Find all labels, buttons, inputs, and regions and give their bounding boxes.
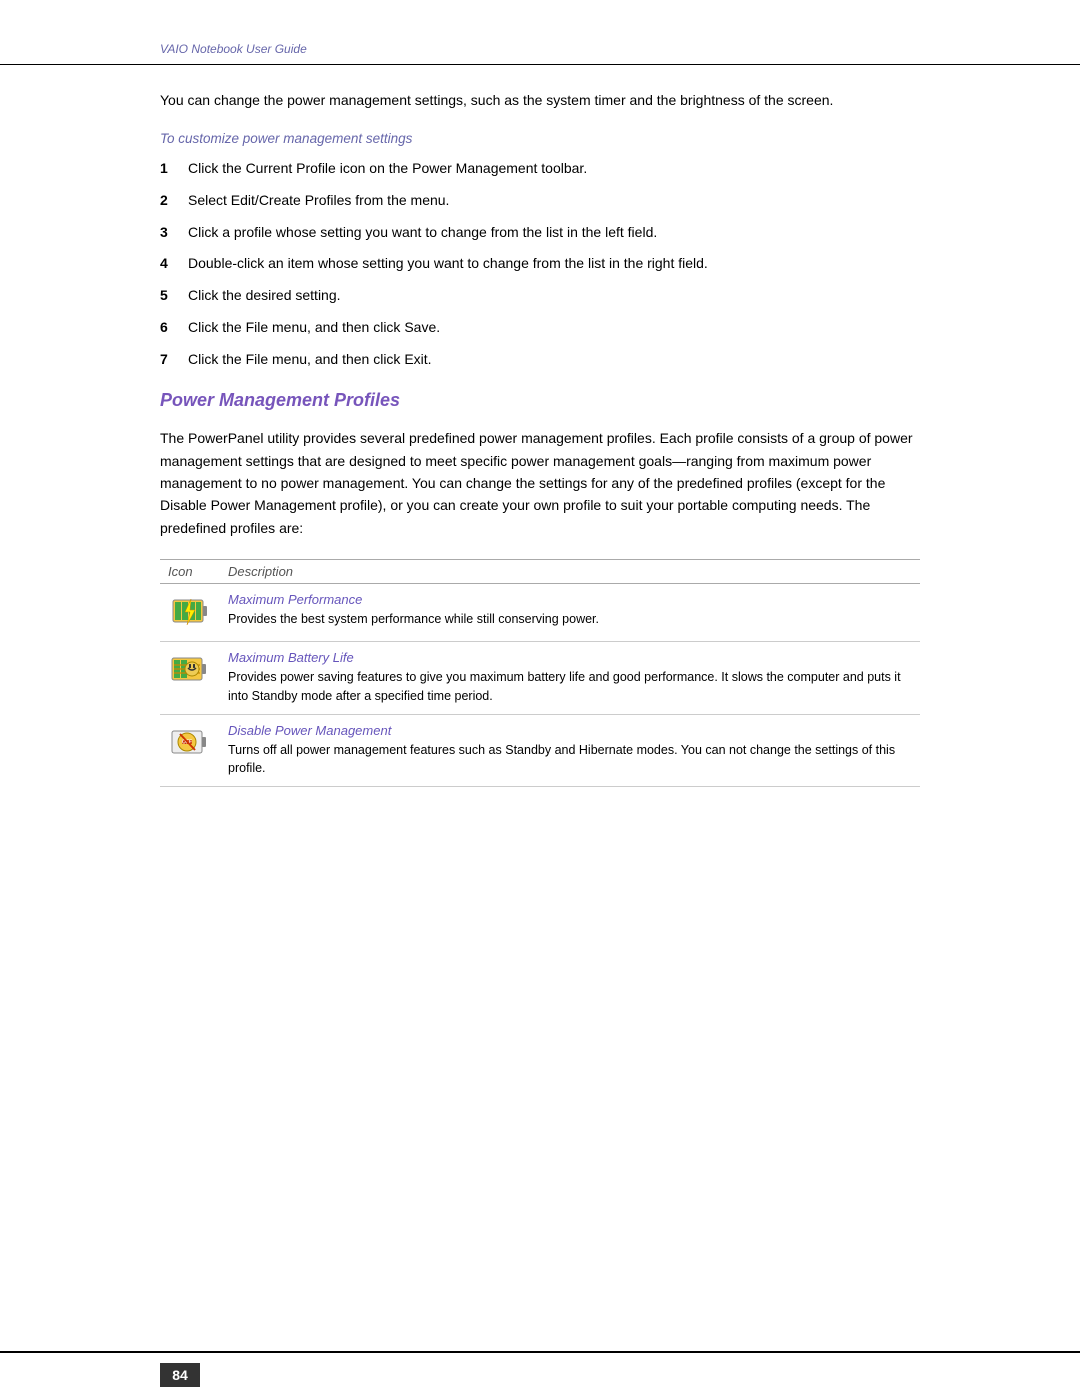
table-row: Maximum Performance Provides the best sy… xyxy=(160,584,920,642)
step-number: 6 xyxy=(160,317,188,339)
step-text: Click the desired setting. xyxy=(188,285,920,307)
list-item: 7 Click the File menu, and then click Ex… xyxy=(160,349,920,371)
page-header: VAIO Notebook User Guide xyxy=(0,0,1080,65)
profiles-table: Icon Description xyxy=(160,559,920,787)
step-number: 1 xyxy=(160,158,188,180)
section-title: Power Management Profiles xyxy=(160,390,920,411)
profile-description: Turns off all power management features … xyxy=(228,743,895,776)
body-paragraph: The PowerPanel utility provides several … xyxy=(160,427,920,539)
page-footer: 84 xyxy=(0,1351,1080,1397)
maximum-battery-life-icon xyxy=(170,650,210,690)
table-header-row: Icon Description xyxy=(160,560,920,584)
step-text: Click the Current Profile icon on the Po… xyxy=(188,158,920,180)
icon-cell xyxy=(160,642,220,715)
profile-description: Provides the best system performance whi… xyxy=(228,612,599,626)
list-item: 4 Double-click an item whose setting you… xyxy=(160,253,920,275)
step-text: Select Edit/Create Profiles from the men… xyxy=(188,190,920,212)
profile-description: Provides power saving features to give y… xyxy=(228,670,901,703)
disable-pm-svg: OFF xyxy=(170,724,210,762)
list-item: 1 Click the Current Profile icon on the … xyxy=(160,158,920,180)
col-header-desc: Description xyxy=(220,560,920,584)
step-number: 3 xyxy=(160,222,188,244)
step-text: Double-click an item whose setting you w… xyxy=(188,253,920,275)
max-battery-svg xyxy=(170,651,210,689)
profile-name: Disable Power Management xyxy=(228,723,912,738)
table-row: Maximum Battery Life Provides power savi… xyxy=(160,642,920,715)
maximum-performance-icon xyxy=(170,592,210,632)
profile-name: Maximum Performance xyxy=(228,592,912,607)
profile-desc-cell: Maximum Battery Life Provides power savi… xyxy=(220,642,920,715)
list-item: 2 Select Edit/Create Profiles from the m… xyxy=(160,190,920,212)
steps-list: 1 Click the Current Profile icon on the … xyxy=(160,158,920,370)
breadcrumb: VAIO Notebook User Guide xyxy=(160,42,307,56)
icon-cell: OFF xyxy=(160,714,220,787)
intro-paragraph: You can change the power management sett… xyxy=(160,89,920,111)
step-number: 7 xyxy=(160,349,188,371)
step-number: 4 xyxy=(160,253,188,275)
content-area: You can change the power management sett… xyxy=(0,65,1080,1351)
col-header-icon: Icon xyxy=(160,560,220,584)
step-number: 2 xyxy=(160,190,188,212)
page-number: 84 xyxy=(160,1363,200,1387)
step-number: 5 xyxy=(160,285,188,307)
profile-desc-cell: Disable Power Management Turns off all p… xyxy=(220,714,920,787)
profile-desc-cell: Maximum Performance Provides the best sy… xyxy=(220,584,920,642)
max-perf-svg xyxy=(171,594,209,630)
step-text: Click a profile whose setting you want t… xyxy=(188,222,920,244)
profile-name: Maximum Battery Life xyxy=(228,650,912,665)
step-text: Click the File menu, and then click Exit… xyxy=(188,349,920,371)
icon-cell xyxy=(160,584,220,642)
list-item: 6 Click the File menu, and then click Sa… xyxy=(160,317,920,339)
page-container: VAIO Notebook User Guide You can change … xyxy=(0,0,1080,1397)
list-item: 5 Click the desired setting. xyxy=(160,285,920,307)
table-row: OFF Disable Power Management Turns off a… xyxy=(160,714,920,787)
subsection-heading: To customize power management settings xyxy=(160,131,920,146)
disable-power-management-icon: OFF xyxy=(170,723,210,763)
step-text: Click the File menu, and then click Save… xyxy=(188,317,920,339)
list-item: 3 Click a profile whose setting you want… xyxy=(160,222,920,244)
